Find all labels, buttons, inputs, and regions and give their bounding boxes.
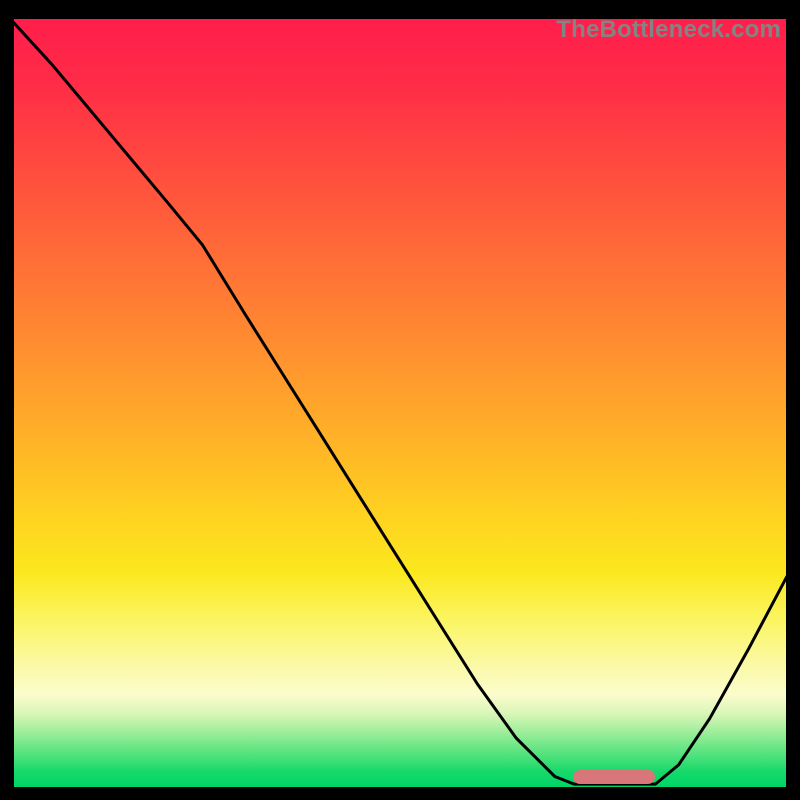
optimal-range-marker [573, 770, 655, 784]
plot-area [13, 18, 787, 788]
chart-frame: TheBottleneck.com [13, 18, 787, 788]
bottleneck-curve [13, 18, 787, 788]
